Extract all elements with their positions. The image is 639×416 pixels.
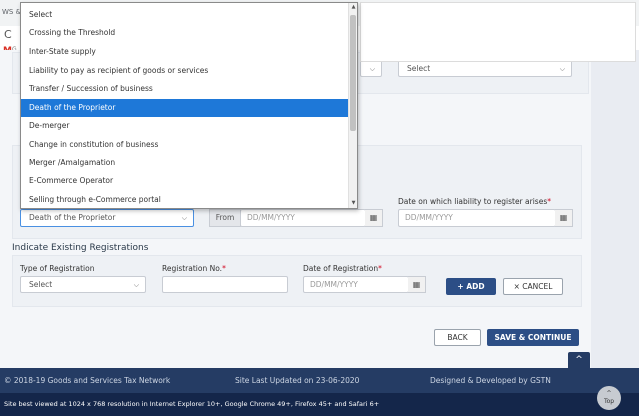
cancel-button[interactable]: × CANCEL xyxy=(503,278,563,295)
footer-designed: Designed & Developed by GSTN xyxy=(430,376,551,385)
plus-icon: + xyxy=(457,282,464,291)
from-date-input[interactable]: DD/MM/YYYY xyxy=(240,209,366,227)
dropdown-option[interactable]: De-merger xyxy=(21,117,348,135)
back-button[interactable]: BACK xyxy=(434,329,481,346)
dropdown-scrollbar[interactable]: ▲ ▼ xyxy=(348,3,357,208)
date-of-registration-label-text: Date of Registration xyxy=(303,264,379,273)
chevron-up-icon: ^ xyxy=(606,390,612,397)
dropdown-option[interactable]: Selling through e-Commerce portal xyxy=(21,191,348,208)
upper-left-select[interactable]: ⌵ xyxy=(360,60,382,77)
required-marker: * xyxy=(547,197,551,206)
dropdown-option[interactable]: Merger /Amalgamation xyxy=(21,154,348,172)
close-icon: × xyxy=(513,282,520,291)
dropdown-option[interactable]: Change in constitution of business xyxy=(21,136,348,154)
footer-updated: Site Last Updated on 23-06-2020 xyxy=(235,376,360,385)
required-marker: * xyxy=(378,264,382,273)
upper-right-select[interactable]: Select ⌵ xyxy=(398,60,572,77)
dropdown-option[interactable]: Crossing the Threshold xyxy=(21,24,348,42)
type-of-registration-label: Type of Registration xyxy=(20,264,95,273)
upper-right-select-value: Select xyxy=(407,64,431,73)
footer-copyright: © 2018-19 Goods and Services Tax Network xyxy=(4,376,171,385)
overlay-panel xyxy=(360,2,636,62)
footer-browser-note: Site best viewed at 1024 x 768 resolutio… xyxy=(4,400,380,408)
browser-tab-label[interactable]: WS & xyxy=(2,8,21,16)
dropdown-option[interactable]: E-Commerce Operator xyxy=(21,172,348,190)
page-gutter xyxy=(591,50,639,368)
dropdown-option[interactable]: Death of the Proprietor xyxy=(21,99,348,117)
chevron-up-icon[interactable]: ^ xyxy=(568,352,590,368)
add-button[interactable]: + ADD xyxy=(446,278,496,295)
reason-select-value: Death of the Proprietor xyxy=(29,213,116,222)
calendar-icon[interactable]: ▦ xyxy=(555,209,573,227)
date-of-registration-label: Date of Registration* xyxy=(303,264,382,273)
scrollbar-thumb[interactable] xyxy=(350,15,356,131)
scroll-up-arrow-icon[interactable]: ▲ xyxy=(349,4,357,10)
footer-browser-note-bar: Site best viewed at 1024 x 768 resolutio… xyxy=(0,393,639,416)
type-of-registration-value: Select xyxy=(29,280,53,289)
calendar-icon[interactable]: ▦ xyxy=(408,276,426,293)
reload-icon[interactable]: C xyxy=(4,28,12,41)
liability-date-label: Date on which liability to register aris… xyxy=(398,197,551,206)
calendar-icon[interactable]: ▦ xyxy=(365,209,383,227)
footer: © 2018-19 Goods and Services Tax Network… xyxy=(0,368,639,393)
existing-registrations-title: Indicate Existing Registrations xyxy=(12,243,149,253)
dropdown-option[interactable]: Transfer / Succession of business xyxy=(21,80,348,98)
dropdown-option[interactable]: Select xyxy=(21,6,348,24)
date-of-registration-input[interactable]: DD/MM/YYYY xyxy=(303,276,409,293)
scroll-top-label: Top xyxy=(603,398,615,405)
cancel-button-label: CANCEL xyxy=(522,282,553,291)
reason-dropdown-list[interactable]: Select Crossing the Threshold Inter-State … xyxy=(20,2,358,209)
scroll-top-button[interactable]: ^ Top xyxy=(597,386,621,410)
liability-date-label-text: Date on which liability to register aris… xyxy=(398,197,548,206)
dropdown-option[interactable]: Inter-State supply xyxy=(21,43,348,61)
chevron-down-icon: ⌵ xyxy=(133,281,139,289)
chevron-down-icon: ⌵ xyxy=(181,214,187,222)
required-marker: * xyxy=(222,264,226,273)
registration-no-input[interactable] xyxy=(162,276,288,293)
add-button-label: ADD xyxy=(466,282,485,291)
registration-no-label-text: Registration No. xyxy=(162,264,223,273)
scroll-down-arrow-icon[interactable]: ▼ xyxy=(349,200,357,206)
type-of-registration-select[interactable]: Select ⌵ xyxy=(20,276,146,293)
liability-date-input[interactable]: DD/MM/YYYY xyxy=(398,209,556,227)
dropdown-option[interactable]: Liability to pay as recipient of goods o… xyxy=(21,62,348,80)
from-addon: From xyxy=(209,209,241,227)
registration-no-label: Registration No.* xyxy=(162,264,226,273)
save-continue-button[interactable]: SAVE & CONTINUE xyxy=(487,329,579,346)
chevron-down-icon: ⌵ xyxy=(369,65,375,73)
chevron-down-icon: ⌵ xyxy=(559,65,565,73)
reason-select[interactable]: Death of the Proprietor ⌵ xyxy=(20,209,194,227)
